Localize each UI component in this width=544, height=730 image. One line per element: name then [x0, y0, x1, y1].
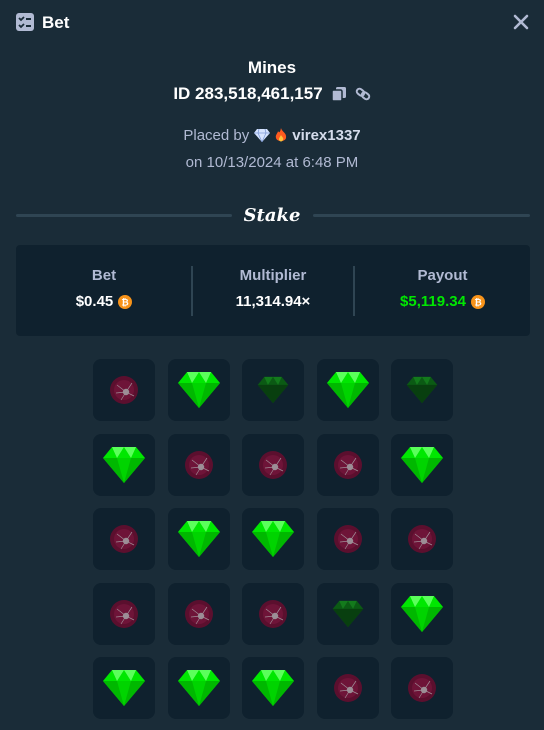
payout-amount: $5,119.34: [400, 293, 466, 310]
gem-icon: [257, 376, 289, 404]
mine-icon: [110, 376, 138, 404]
gem-icon: [103, 670, 145, 706]
svg-text:Stake: Stake: [244, 205, 300, 226]
mine-icon: [333, 674, 362, 702]
stat-label: Bet: [91, 267, 117, 284]
game-name: Mines: [247, 58, 297, 77]
mine-tile[interactable]: [93, 582, 155, 645]
mine-icon: [408, 674, 436, 702]
stake-logo: Stake: [244, 205, 300, 226]
mine-tile[interactable]: [167, 582, 230, 645]
gem-icon: [332, 600, 363, 627]
bitcoin-icon: ₿: [470, 294, 485, 309]
mine-tile[interactable]: [316, 582, 379, 645]
mine-tile[interactable]: [316, 433, 379, 496]
fire-icon: [276, 128, 287, 142]
copy-icon[interactable]: [330, 86, 347, 102]
mine-tile[interactable]: [391, 433, 453, 496]
mine-tile[interactable]: [391, 359, 453, 421]
stat-payout: Payout $5,119.34 ₿: [355, 245, 530, 336]
gem-icon: [252, 670, 294, 706]
mine-icon: [110, 599, 138, 628]
mine-tile[interactable]: [391, 508, 453, 570]
mine-tile[interactable]: [391, 657, 453, 719]
mine-icon: [184, 599, 213, 628]
gem-icon: [177, 521, 220, 557]
bitcoin-icon: ₿: [118, 294, 133, 309]
mine-icon: [184, 450, 213, 479]
gem-icon: [401, 446, 443, 483]
divider-right: [313, 214, 530, 217]
mine-icon: [333, 525, 362, 553]
bet-date: on 10/13/2024 at 6:48 PM: [185, 154, 359, 171]
mine-tile[interactable]: [316, 657, 379, 719]
stat-bet: Bet $0.45 ₿: [16, 245, 192, 336]
bet-id-row: ID 283,518,461,157: [0, 84, 544, 104]
placed-by-label: Placed by: [183, 127, 250, 144]
bet-id: ID 283,518,461,157: [173, 84, 323, 103]
username[interactable]: virex1337: [292, 127, 360, 144]
gem-icon: [103, 446, 145, 483]
gem-icon: [326, 372, 369, 408]
mine-tile[interactable]: [316, 359, 379, 421]
multiplier-value: 11,314.94×: [235, 293, 311, 310]
bet-list-icon: [16, 13, 34, 31]
close-icon[interactable]: [512, 13, 530, 31]
mine-tile[interactable]: [242, 433, 304, 496]
mine-tile[interactable]: [316, 508, 379, 570]
mine-tile[interactable]: [242, 582, 304, 645]
gem-icon: [177, 670, 220, 706]
mine-tile[interactable]: [167, 657, 230, 719]
modal-title: Bet: [42, 13, 70, 32]
gem-icon: [177, 372, 220, 408]
mine-tile[interactable]: [167, 433, 230, 496]
gem-icon: [401, 595, 443, 632]
mine-tile[interactable]: [242, 508, 304, 570]
mine-tile[interactable]: [242, 657, 304, 719]
mine-tile[interactable]: [167, 508, 230, 570]
diamond-vip-icon: [254, 129, 271, 142]
bet-amount: $0.45: [75, 293, 114, 310]
bet-stats-panel: Bet $0.45 ₿ Multiplier 11,314.94× Payout…: [16, 245, 530, 336]
mine-icon: [110, 525, 138, 553]
placed-by-row: Placed by virex1337: [0, 127, 544, 144]
mine-tile[interactable]: [242, 359, 304, 421]
mine-icon: [259, 599, 287, 628]
stat-label: Multiplier: [239, 267, 307, 284]
gem-icon: [406, 376, 438, 404]
mine-tile[interactable]: [93, 359, 155, 421]
link-icon[interactable]: [355, 86, 371, 102]
svg-text:₿: ₿: [122, 297, 129, 308]
mine-tile[interactable]: [93, 508, 155, 570]
stat-label: Payout: [417, 267, 468, 284]
modal-header: Bet: [0, 0, 544, 46]
svg-text:₿: ₿: [474, 297, 481, 308]
mine-tile[interactable]: [167, 359, 230, 421]
gem-icon: [252, 521, 294, 557]
mine-icon: [333, 450, 362, 479]
mine-tile[interactable]: [93, 433, 155, 496]
mine-icon: [259, 450, 287, 479]
mine-icon: [408, 525, 436, 553]
mine-tile[interactable]: [93, 657, 155, 719]
stat-multiplier: Multiplier 11,314.94×: [193, 245, 353, 336]
mine-tile[interactable]: [391, 582, 453, 645]
divider-left: [16, 214, 232, 217]
